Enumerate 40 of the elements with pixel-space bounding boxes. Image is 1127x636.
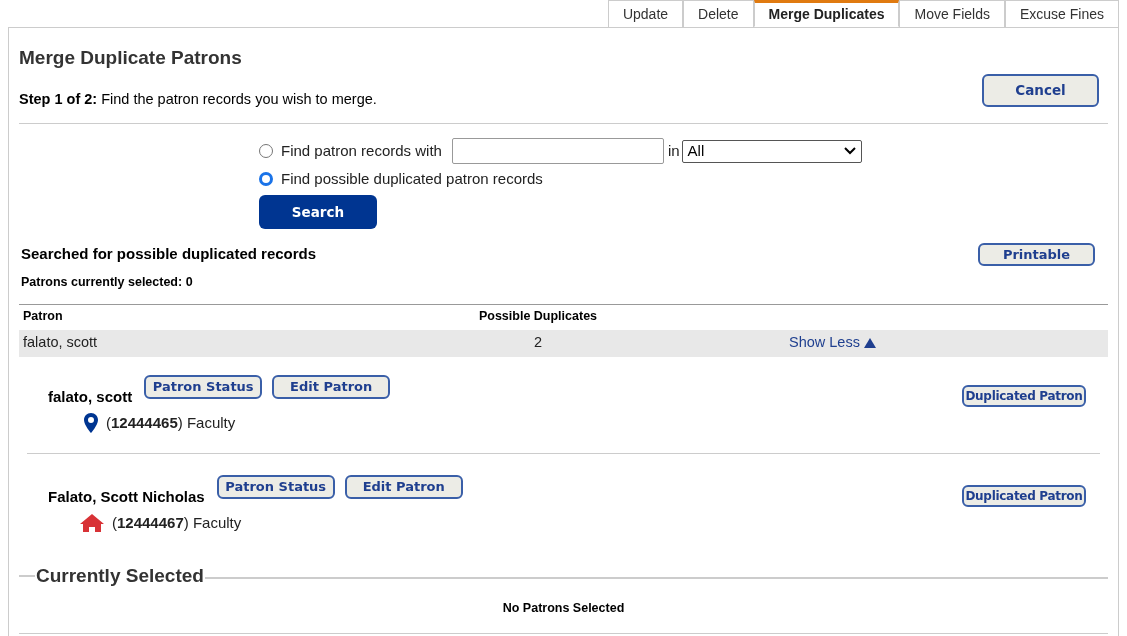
radio-label: Find possible duplicated patron records (281, 169, 543, 189)
table-cell-text: falato, scott (23, 333, 99, 353)
empty-message: No Patrons Selected (502, 601, 625, 615)
results-heading: Searched for possible duplicated records (21, 244, 317, 265)
patron-id-line: (12444467) Faculty (112, 513, 242, 533)
radio-button[interactable] (259, 144, 273, 159)
cancel-button[interactable]: Cancel (982, 74, 1099, 107)
tab[interactable]: Update (607, 0, 684, 27)
tab[interactable]: Merge Duplicates (753, 0, 900, 27)
toggle-link[interactable]: Show Less (789, 332, 877, 354)
tab[interactable]: Excuse Fines (1004, 0, 1119, 27)
patron-name: falato, scott (48, 386, 133, 407)
tab[interactable]: Delete (683, 0, 754, 27)
table-cell-text: 2 (532, 333, 544, 353)
patron-action-button[interactable]: Patron Status (216, 474, 335, 499)
column-header: Patron (23, 307, 64, 325)
column-header: Possible Duplicates (477, 307, 599, 325)
patron-action-button[interactable]: Patron Status (144, 374, 263, 399)
tab[interactable]: Move Fields (899, 0, 1005, 27)
radio-label: Find patron records with (281, 141, 442, 161)
in-label: in (667, 141, 680, 161)
house-icon (80, 514, 104, 533)
search-button[interactable]: Search (259, 195, 377, 230)
duplicated-patron-button[interactable]: Duplicated Patron (962, 484, 1086, 507)
patron-action-button[interactable]: Edit Patron (272, 374, 391, 399)
patron-id-line: (12444465) Faculty (106, 413, 236, 433)
page-title: Merge Duplicate Patrons (19, 46, 243, 70)
section-title: Currently Selected (35, 563, 205, 588)
duplicated-patron-button[interactable]: Duplicated Patron (962, 384, 1086, 407)
step-instruction: Step 1 of 2: Find the patron records you wish to merge. (19, 89, 377, 109)
scope-dropdown[interactable]: All (681, 139, 862, 163)
printable-button[interactable]: Printable (978, 243, 1095, 267)
selected-count: Patrons currently selected: 0 (21, 273, 194, 291)
patron-action-button[interactable]: Edit Patron (344, 474, 463, 499)
radio-button[interactable] (259, 172, 273, 187)
map-pin-icon (84, 413, 98, 434)
patron-name: Falato, Scott Nicholas (48, 486, 205, 507)
chevron-down-icon (843, 147, 856, 156)
triangle-up-icon (862, 337, 877, 349)
search-field[interactable] (451, 138, 664, 165)
